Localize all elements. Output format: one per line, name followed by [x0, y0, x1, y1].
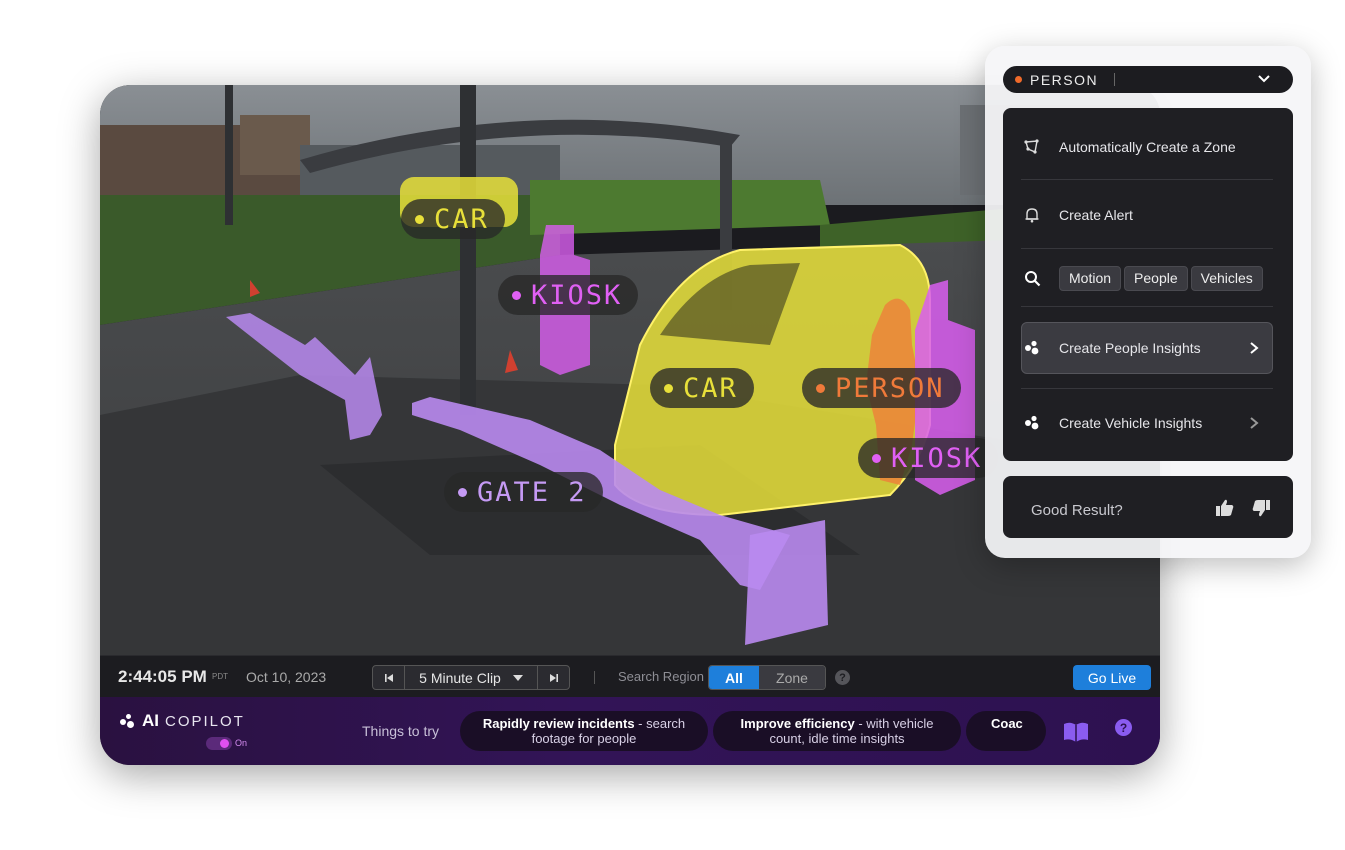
playback-control-bar: 2:44:05 PM PDT Oct 10, 2023 5 Minute Cli…: [100, 655, 1160, 697]
region-all-button[interactable]: All: [709, 666, 759, 689]
go-live-button[interactable]: Go Live: [1073, 665, 1151, 690]
car-label-text: CAR: [683, 372, 738, 404]
person-dot-icon: [816, 383, 825, 393]
thumbs-up-icon[interactable]: [1215, 498, 1235, 518]
filter-vehicles-chip[interactable]: Vehicles: [1190, 265, 1263, 291]
copilot-help-icon[interactable]: ?: [1115, 719, 1132, 736]
clip-length-dropdown[interactable]: 5 Minute Clip: [405, 666, 537, 689]
filter-people-chip[interactable]: People: [1124, 265, 1188, 291]
car-dot-icon: [664, 383, 673, 393]
chevron-right-icon: [1250, 342, 1259, 354]
book-icon[interactable]: [1062, 721, 1090, 743]
copilot-dots-icon: [120, 714, 136, 728]
insights-dots-icon: [1021, 340, 1043, 356]
create-alert-label: Create Alert: [1059, 207, 1133, 223]
car-label-1[interactable]: CAR: [401, 199, 505, 239]
filter-motion-chip[interactable]: Motion: [1059, 265, 1122, 291]
gate-label[interactable]: GATE 2: [444, 472, 603, 512]
gate-label-text: GATE 2: [477, 476, 587, 508]
car-dot-icon: [415, 214, 424, 224]
kiosk-label-1[interactable]: KIOSK: [498, 275, 639, 315]
toggle-state: On: [235, 738, 248, 748]
copilot-text: COPILOT: [165, 712, 245, 730]
auto-zone-label: Automatically Create a Zone: [1059, 139, 1236, 155]
skip-forward-icon: [549, 673, 558, 682]
region-zone-button[interactable]: Zone: [759, 666, 825, 689]
kiosk-label-text: KIOSK: [891, 442, 983, 474]
gate-dot-icon: [458, 487, 467, 497]
object-actions-panel: PERSON Automatically Create a Zone Creat…: [985, 46, 1311, 558]
object-type-dropdown[interactable]: PERSON: [1003, 66, 1293, 93]
auto-create-zone-item[interactable]: Automatically Create a Zone: [1021, 134, 1273, 160]
clip-length-label: 5 Minute Clip: [419, 669, 501, 686]
bell-icon: [1021, 207, 1043, 223]
ai-copilot-logo: AI COPILOT: [120, 711, 245, 731]
kiosk-label-text: KIOSK: [531, 279, 623, 311]
actions-menu: Automatically Create a Zone Create Alert…: [1003, 108, 1293, 461]
chevron-down-icon: [1258, 75, 1270, 83]
ai-copilot-bar: AI COPILOT On Things to try Rapidly revi…: [100, 697, 1160, 765]
skip-forward-button[interactable]: [537, 666, 569, 689]
skip-back-icon: [384, 673, 393, 682]
zone-polygon-icon: [1021, 139, 1043, 155]
feedback-card: Good Result?: [1003, 476, 1293, 538]
person-label[interactable]: PERSON: [802, 368, 961, 408]
car-label-text: CAR: [434, 203, 489, 235]
vehicle-insights-label: Create Vehicle Insights: [1059, 415, 1203, 431]
kiosk-dot-icon: [512, 290, 521, 300]
thumbs-down-icon[interactable]: [1251, 498, 1271, 518]
car-label-2[interactable]: CAR: [650, 368, 754, 408]
suggestion-pill[interactable]: Coac: [966, 711, 1046, 751]
search-region-label: Search Region: [618, 669, 704, 684]
kiosk-dot-icon: [872, 453, 881, 463]
search-region-toggle: All Zone: [708, 665, 826, 690]
current-time: 2:44:05 PM: [118, 666, 207, 686]
timezone: PDT: [212, 672, 228, 681]
skip-back-button[interactable]: [373, 666, 405, 689]
feedback-question: Good Result?: [1031, 502, 1123, 519]
people-insights-label: Create People Insights: [1059, 340, 1201, 356]
suggestion-pill[interactable]: Rapidly review incidents - search footag…: [460, 711, 708, 751]
divider: [1021, 388, 1273, 389]
create-vehicle-insights-item[interactable]: Create Vehicle Insights: [1021, 410, 1273, 436]
divider: [1021, 248, 1273, 249]
help-icon[interactable]: ?: [835, 670, 850, 685]
person-dot-icon: [1015, 76, 1022, 83]
divider: [594, 671, 595, 684]
insights-dots-icon: [1021, 415, 1043, 431]
text-cursor: [1114, 73, 1116, 86]
people-insights-row[interactable]: Create People Insights: [1021, 335, 1273, 361]
things-to-try-label: Things to try: [362, 723, 440, 739]
current-date[interactable]: Oct 10, 2023: [246, 669, 326, 685]
search-icon[interactable]: [1021, 270, 1043, 287]
copilot-toggle[interactable]: [206, 737, 232, 750]
clip-selector: 5 Minute Clip: [372, 665, 570, 690]
divider: [1021, 306, 1273, 307]
divider: [1021, 179, 1273, 180]
kiosk-label-2[interactable]: KIOSK: [858, 438, 999, 478]
create-alert-item[interactable]: Create Alert: [1021, 202, 1273, 228]
ai-text: AI: [142, 711, 159, 730]
person-label-text: PERSON: [835, 372, 945, 404]
caret-down-icon: [512, 674, 523, 681]
chevron-right-icon: [1250, 417, 1259, 429]
search-filter-row: Motion People Vehicles: [1021, 264, 1273, 292]
suggestion-pill[interactable]: Improve efficiency - with vehicle count,…: [713, 711, 961, 751]
object-type-value: PERSON: [1030, 71, 1099, 88]
